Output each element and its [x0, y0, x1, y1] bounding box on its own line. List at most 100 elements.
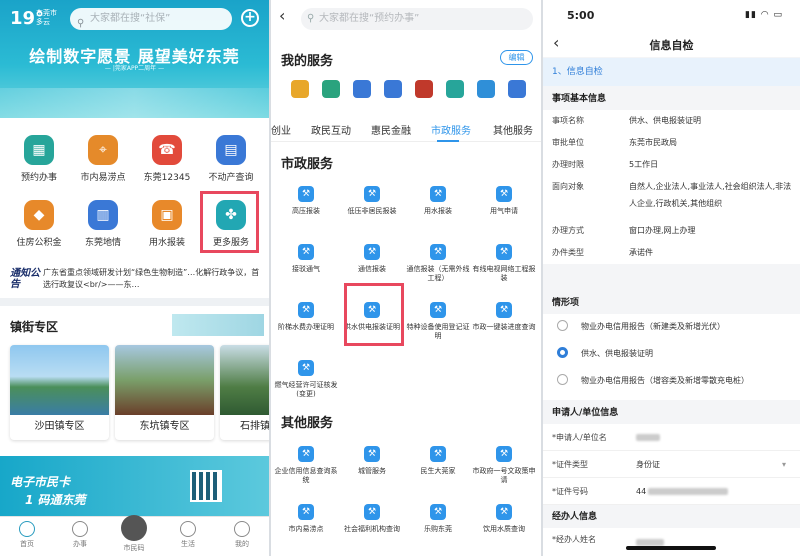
- city-label: 东莞市: [36, 9, 57, 17]
- field-value: 东莞市民政局: [629, 138, 677, 147]
- my-service-icon[interactable]: [508, 80, 526, 98]
- tab-startup[interactable]: 创业: [271, 122, 291, 137]
- town-card-label: 东坑镇专区: [139, 421, 190, 432]
- option-label[interactable]: 物业办电信用报告（新建类及新增光伏）: [581, 321, 725, 332]
- grid-item-1[interactable]: ▦ 预约办事: [6, 135, 72, 183]
- service-label: 阶梯水费办理证明: [278, 323, 334, 331]
- notice-tag: 通知公告: [10, 268, 40, 290]
- back-icon[interactable]: ‹: [279, 6, 285, 25]
- radio-button[interactable]: [557, 320, 568, 331]
- service-label: 市政一键装进度查询: [472, 323, 536, 331]
- tab-citizen-code[interactable]: 市民码: [114, 515, 154, 553]
- chevron-down-icon: ▾: [782, 460, 787, 469]
- service-item[interactable]: ⚒ 特种设备使用登记证明: [405, 302, 471, 341]
- edit-button[interactable]: 编辑: [500, 50, 533, 65]
- service-label: 高压报装: [292, 207, 320, 215]
- search-input[interactable]: ⚲ 大家都在搜“预约办事”: [301, 8, 533, 30]
- active-tab-indicator: [437, 140, 459, 142]
- tab-label: 办事: [73, 540, 87, 548]
- add-button[interactable]: +: [241, 9, 259, 27]
- service-item[interactable]: ⚒ 饮用水质查询: [471, 504, 537, 534]
- service-item[interactable]: ⚒ 高压报装: [273, 186, 339, 216]
- field-value: 承诺件: [629, 248, 653, 257]
- service-item[interactable]: ⚒ 低压非居民报装: [339, 186, 405, 216]
- grid-item-2[interactable]: ⌖ 市内易涝点: [70, 135, 136, 183]
- service-label: 民生大莞家: [420, 467, 456, 475]
- qr-code-icon: [190, 470, 222, 502]
- tab-finance[interactable]: 惠民金融: [371, 122, 411, 137]
- service-item[interactable]: ⚒ 阶梯水费办理证明: [273, 302, 339, 332]
- service-icon: ⚒: [496, 302, 512, 318]
- form-row[interactable]: *申请人/单位名: [543, 424, 800, 451]
- option-label[interactable]: 物业办电信用报告（增容类及新增零散充电桩）: [581, 375, 749, 386]
- service-item[interactable]: ⚒ 城管服务: [339, 446, 405, 476]
- grid-item-3[interactable]: ☎ 东莞12345: [134, 135, 200, 183]
- service-item[interactable]: ⚒ 接驳通气: [273, 244, 339, 274]
- grid-item-label: 市内易涝点: [80, 173, 126, 183]
- my-service-icon[interactable]: [415, 80, 433, 98]
- service-icon: ⚒: [298, 302, 314, 318]
- town-card[interactable]: 东坑镇专区: [115, 345, 214, 440]
- service-item[interactable]: ⚒ 通信报装: [339, 244, 405, 274]
- service-label: 燃气经营许可证核发(变更): [274, 381, 338, 398]
- town-image: [220, 345, 269, 415]
- tab-services[interactable]: 办事: [60, 521, 100, 549]
- service-item[interactable]: ⚒ 通信报装（无需外线工程）: [405, 244, 471, 283]
- my-service-icon[interactable]: [477, 80, 495, 98]
- my-service-icon[interactable]: [384, 80, 402, 98]
- agent-name-row[interactable]: *经办人姓名: [543, 528, 800, 556]
- my-service-icon[interactable]: [353, 80, 371, 98]
- weather-label: 多云: [36, 18, 50, 26]
- my-service-icon[interactable]: [446, 80, 464, 98]
- grid-item-5[interactable]: ◆ 住房公积金: [6, 200, 72, 248]
- form-row[interactable]: *证件号码 44: [543, 478, 800, 505]
- service-icon: ⚒: [430, 244, 446, 260]
- service-item[interactable]: ⚒ 市政府一号文政策申请: [471, 446, 537, 485]
- service-item[interactable]: ⚒ 市内易涝点: [273, 504, 339, 534]
- option-label[interactable]: 供水、供电报装证明: [581, 348, 653, 359]
- field-label: 办理时限: [552, 160, 584, 169]
- service-item[interactable]: ⚒ 用气申请: [471, 186, 537, 216]
- service-item[interactable]: ⚒ 用水报装: [405, 186, 471, 216]
- grid-item-4[interactable]: ▤ 不动产查询: [198, 135, 264, 183]
- service-item[interactable]: ⚒ 企业信用信息查询系统: [273, 446, 339, 485]
- signal-wifi-battery-icon: ▮▮ ◠ ▭: [745, 10, 783, 20]
- tab-home[interactable]: 首页: [7, 521, 47, 549]
- field-label: *申请人/单位名: [552, 433, 607, 442]
- tab-other[interactable]: 其他服务: [493, 122, 533, 137]
- service-item[interactable]: ⚒ 民生大莞家: [405, 446, 471, 476]
- field-label: *证件号码: [552, 487, 588, 496]
- tab-life[interactable]: 生活: [168, 521, 208, 549]
- field-value-text: 44: [636, 487, 647, 496]
- search-input[interactable]: ⚲ 大家都在搜“社保”: [70, 8, 232, 30]
- my-service-icon[interactable]: [291, 80, 309, 98]
- qr-scan-icon: [121, 515, 147, 541]
- tab-municipal[interactable]: 市政服务: [431, 122, 471, 137]
- service-icon: ⚒: [430, 302, 446, 318]
- service-item[interactable]: ⚒ 乐购东莞: [405, 504, 471, 534]
- tab-mine[interactable]: 我的: [222, 521, 262, 549]
- info-row: 办理时限 5工作日: [543, 154, 800, 176]
- tab-gov-interaction[interactable]: 政民互动: [311, 122, 351, 137]
- notice-bar[interactable]: 通知公告 广东省重点领域研发计划“绿色生物制造”…化解行政争议，首选行政复议<b…: [0, 262, 269, 296]
- services-screen: ‹ ⚲ 大家都在搜“预约办事” 我的服务 编辑 创业 政民互动 惠民金融 市政服务…: [271, 0, 541, 556]
- radio-button[interactable]: [557, 374, 568, 385]
- field-label: 审批单位: [552, 138, 584, 147]
- map-pin-icon: ⌖: [88, 135, 118, 165]
- service-icon: ⚒: [364, 186, 380, 202]
- town-card[interactable]: 石排镇: [220, 345, 269, 440]
- service-item[interactable]: ⚒ 有线电视网络工程报装: [471, 244, 537, 283]
- grid-item-7[interactable]: ▣ 用水报装: [134, 200, 200, 248]
- radio-button[interactable]: [557, 347, 568, 358]
- form-row[interactable]: *证件类型 身份证 ▾: [543, 451, 800, 478]
- service-item[interactable]: ⚒ 燃气经营许可证核发(变更): [273, 360, 339, 399]
- service-item[interactable]: ⚒ 社会福利机构查询: [339, 504, 405, 534]
- citizen-card-banner[interactable]: 电子市民卡 1 码通东莞: [0, 456, 269, 516]
- service-item[interactable]: ⚒ 市政一键装进度查询: [471, 302, 537, 332]
- my-service-icon[interactable]: [322, 80, 340, 98]
- service-label: 饮用水质查询: [483, 525, 525, 533]
- service-icon: ⚒: [496, 446, 512, 462]
- service-icon: ⚒: [496, 504, 512, 520]
- grid-item-6[interactable]: ▥ 东莞地情: [70, 200, 136, 248]
- town-card[interactable]: 沙田镇专区: [10, 345, 109, 440]
